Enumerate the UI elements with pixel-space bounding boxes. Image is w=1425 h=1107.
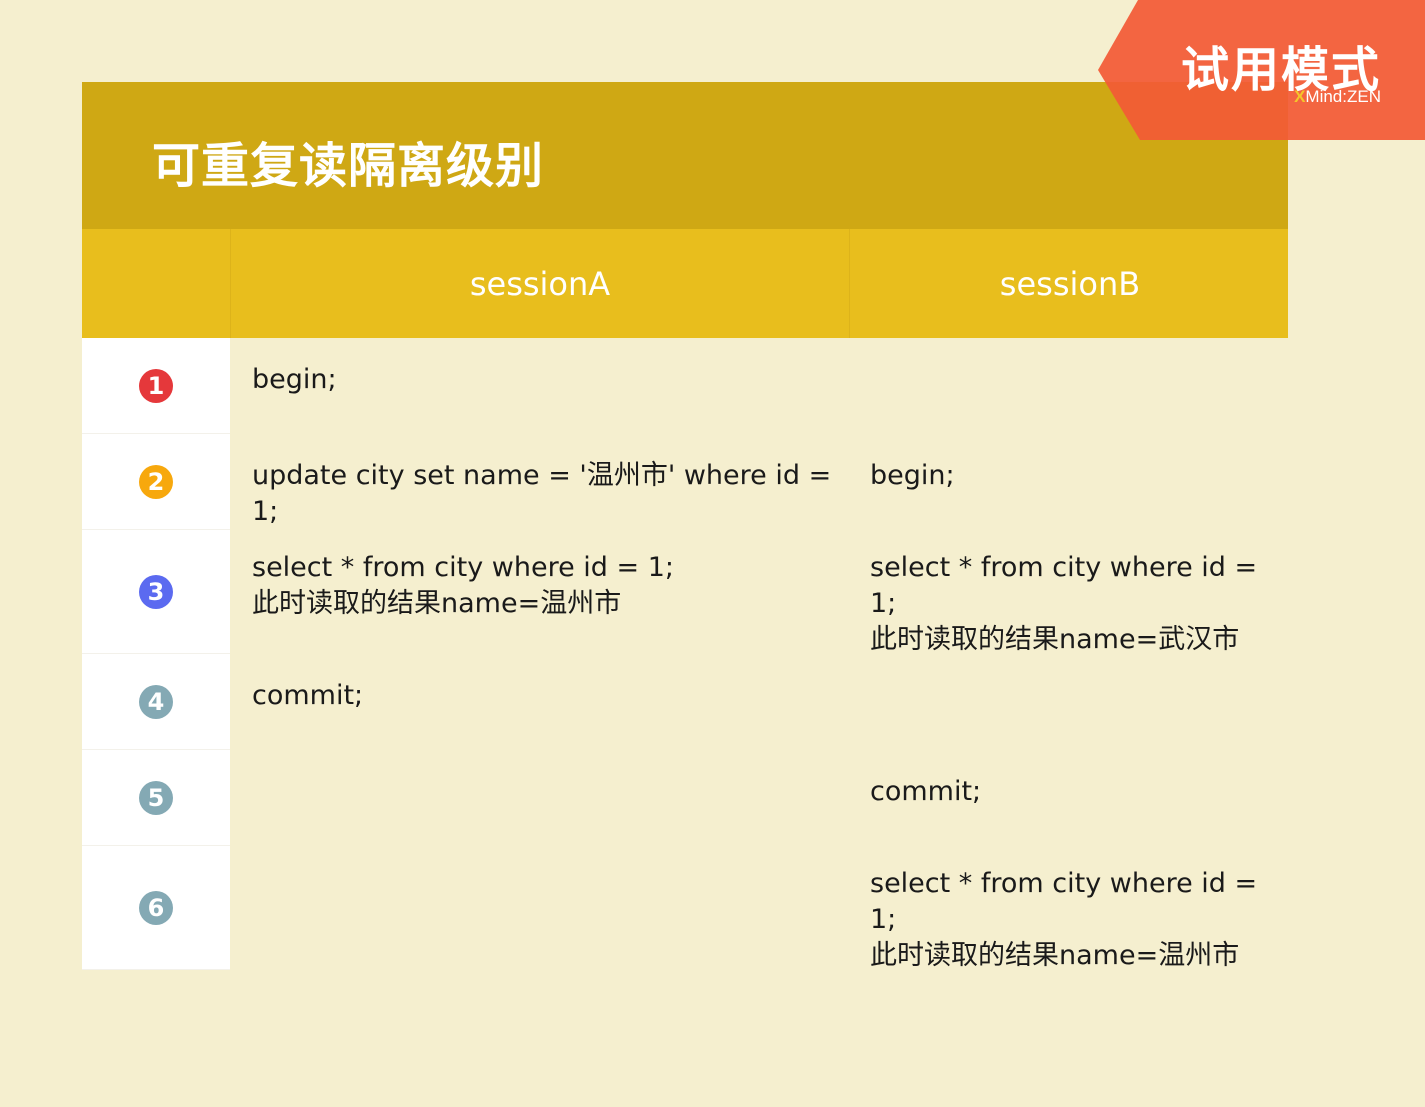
session-b-statement: commit; (870, 776, 982, 807)
session-b-cell: commit; (848, 750, 1288, 846)
session-b-cell: select * from city where id = 1; 此时读取的结果… (848, 530, 1288, 655)
session-a-cell (230, 750, 848, 846)
row-index-cell: 4 (82, 654, 230, 750)
header-session-b: sessionB (849, 229, 1290, 338)
step-number-badge: 1 (139, 368, 173, 403)
session-a-statement: select * from city where id = 1; 此时读取的结果… (252, 552, 675, 619)
step-number-badge: 3 (139, 574, 173, 609)
session-a-statement: update city set name = '温州市' where id = … (252, 460, 832, 527)
trial-watermark: 试用模式 XMind:ZEN (1098, 0, 1425, 140)
session-a-cell: begin; (230, 338, 848, 434)
table-row: 1 begin; (82, 338, 1288, 434)
table-header: sessionA sessionB (82, 229, 1288, 338)
step-number-badge: 6 (139, 890, 173, 925)
row-index-cell: 6 (82, 846, 230, 970)
isolation-table: 可重复读隔离级别 sessionA sessionB 1 begin; 2 updat… (82, 82, 1288, 971)
table-row: 2 update city set name = '温州市' where id =… (82, 434, 1288, 530)
session-b-cell (848, 338, 1288, 434)
table-row: 4 commit; (82, 654, 1288, 750)
session-b-cell (848, 654, 1288, 750)
xmind-logo: XMind:ZEN (1294, 87, 1381, 106)
session-a-cell: commit; (230, 654, 848, 750)
session-b-statement: select * from city where id = 1; 此时读取的结果… (870, 552, 1258, 655)
table-row: 6 select * from city where id = 1; 此时读取的结… (82, 846, 1288, 971)
session-a-statement: commit; (252, 680, 364, 711)
session-b-statement: select * from city where id = 1; 此时读取的结果… (870, 868, 1258, 971)
step-number-badge: 5 (139, 780, 173, 815)
row-index-cell: 2 (82, 434, 230, 530)
session-b-cell: select * from city where id = 1; 此时读取的结果… (848, 846, 1288, 971)
session-a-statement: begin; (252, 364, 337, 395)
table-row: 5 commit; (82, 750, 1288, 846)
page-title: 可重复读隔离级别 (152, 138, 545, 194)
session-a-cell: select * from city where id = 1; 此时读取的结果… (230, 530, 848, 654)
table-row: 3 select * from city where id = 1; 此时读取的结… (82, 530, 1288, 655)
header-index (82, 229, 230, 338)
session-a-cell: update city set name = '温州市' where id = … (230, 434, 848, 530)
row-index-cell: 3 (82, 530, 230, 654)
step-number-badge: 2 (139, 464, 173, 499)
session-a-cell (230, 846, 848, 970)
step-number-badge: 4 (139, 684, 173, 719)
row-index-cell: 1 (82, 338, 230, 434)
header-session-a: sessionA (230, 229, 849, 338)
session-b-cell: begin; (848, 434, 1288, 530)
table-body: 1 begin; 2 update city set name = '温州市' whe… (82, 338, 1288, 971)
row-index-cell: 5 (82, 750, 230, 846)
session-b-statement: begin; (870, 460, 955, 491)
